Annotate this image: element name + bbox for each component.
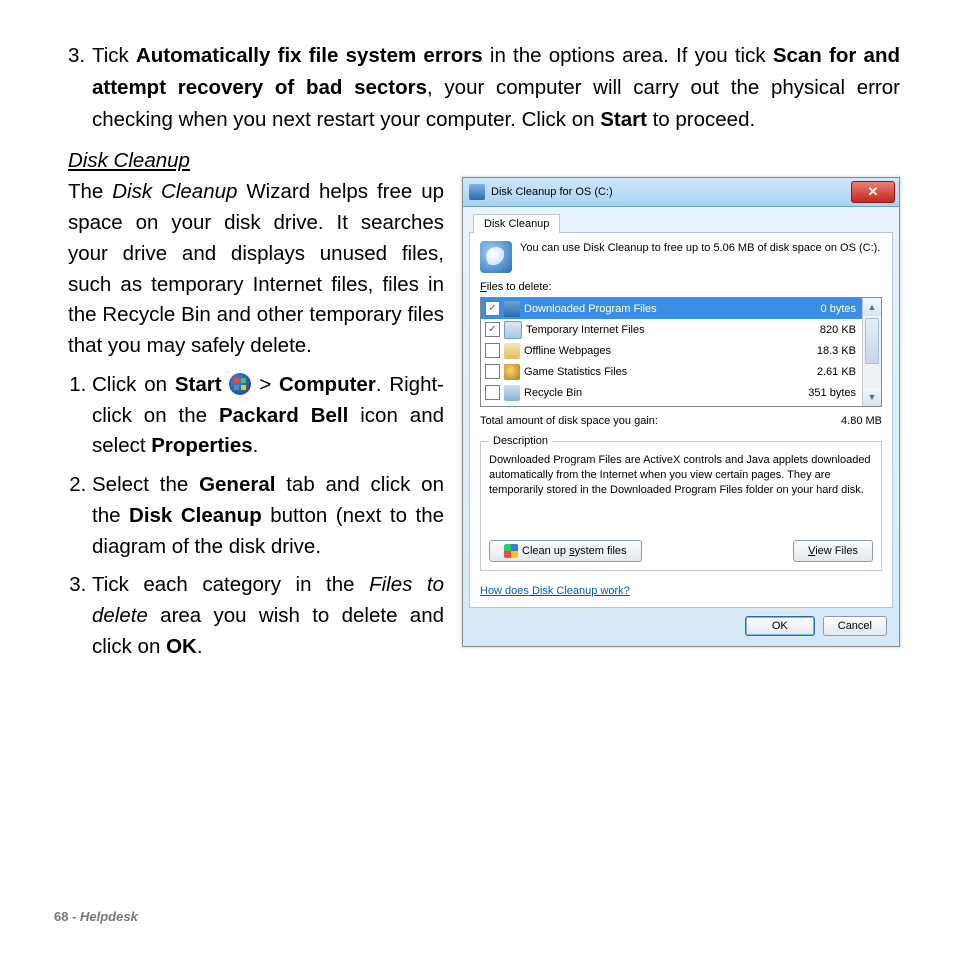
step-1: Click on Start > Computer. Right-click o…	[92, 370, 444, 462]
file-size: 2.61 KB	[792, 366, 856, 378]
file-row[interactable]: Game Statistics Files2.61 KB	[481, 361, 862, 382]
checkbox[interactable]	[485, 364, 500, 379]
file-name: Temporary Internet Files	[526, 324, 792, 336]
disk-cleanup-icon	[469, 184, 485, 200]
info-text: You can use Disk Cleanup to free up to 5…	[520, 241, 880, 255]
info-icon	[480, 241, 512, 273]
file-row[interactable]: ✓ Temporary Internet Files820 KB	[481, 319, 862, 340]
file-size: 820 KB	[792, 324, 856, 336]
page-footer: 68 - Helpdesk	[54, 909, 138, 924]
step-num: 3.	[68, 44, 85, 67]
description-text: Downloaded Program Files are ActiveX con…	[489, 453, 873, 498]
ok-button[interactable]: OK	[745, 616, 815, 636]
file-size: 18.3 KB	[792, 345, 856, 357]
window-title: Disk Cleanup for OS (C:)	[491, 186, 613, 198]
file-name: Recycle Bin	[524, 387, 792, 399]
file-size: 0 bytes	[792, 303, 856, 315]
checkbox[interactable]	[485, 385, 500, 400]
checkbox[interactable]: ✓	[485, 322, 500, 337]
file-row[interactable]: Offline Webpages18.3 KB	[481, 340, 862, 361]
scroll-track[interactable]	[863, 316, 881, 388]
intro-paragraph: The Disk Cleanup Wizard helps free up sp…	[68, 177, 444, 362]
tab-disk-cleanup[interactable]: Disk Cleanup	[473, 214, 560, 233]
step-3: Tick each category in the Files to delet…	[92, 570, 444, 662]
close-icon: ✕	[868, 184, 879, 200]
total-value: 4.80 MB	[841, 415, 882, 427]
shield-icon	[504, 544, 518, 558]
file-row[interactable]: Recycle Bin351 bytes	[481, 382, 862, 403]
scrollbar[interactable]: ▲ ▼	[862, 298, 881, 406]
files-list[interactable]: ✓ Downloaded Program Files0 bytes ✓ Tempora…	[480, 297, 882, 407]
file-name: Downloaded Program Files	[524, 303, 792, 315]
step-3-error-check: 3. Tick Automatically fix file system er…	[68, 40, 900, 135]
windows-start-icon	[229, 373, 251, 395]
disk-cleanup-heading: Disk Cleanup	[68, 149, 900, 173]
scroll-down-button[interactable]: ▼	[863, 388, 881, 406]
file-icon	[504, 301, 520, 317]
total-label: Total amount of disk space you gain:	[480, 415, 658, 427]
checkbox[interactable]: ✓	[485, 301, 500, 316]
description-legend: Description	[489, 435, 552, 447]
file-icon	[504, 364, 520, 380]
close-button[interactable]: ✕	[851, 181, 895, 203]
checkbox[interactable]	[485, 343, 500, 358]
clean-system-files-button[interactable]: Clean up system files	[489, 540, 642, 562]
file-name: Offline Webpages	[524, 345, 792, 357]
view-files-button[interactable]: View Files	[793, 540, 873, 562]
file-name: Game Statistics Files	[524, 366, 792, 378]
scroll-thumb[interactable]	[865, 318, 879, 364]
description-group: Description Downloaded Program Files are…	[480, 435, 882, 571]
files-to-delete-label: Files to delete:	[480, 281, 882, 293]
disk-cleanup-window: Disk Cleanup for OS (C:) ✕ Disk Cleanup …	[462, 177, 900, 647]
help-link[interactable]: How does Disk Cleanup work?	[480, 585, 630, 597]
cancel-button[interactable]: Cancel	[823, 616, 887, 636]
file-size: 351 bytes	[792, 387, 856, 399]
file-icon	[504, 385, 520, 401]
titlebar[interactable]: Disk Cleanup for OS (C:) ✕	[463, 178, 899, 207]
step-2: Select the General tab and click on the …	[92, 470, 444, 562]
file-row[interactable]: ✓ Downloaded Program Files0 bytes	[481, 298, 862, 319]
file-icon	[504, 321, 522, 339]
scroll-up-button[interactable]: ▲	[863, 298, 881, 316]
file-icon	[504, 343, 520, 359]
